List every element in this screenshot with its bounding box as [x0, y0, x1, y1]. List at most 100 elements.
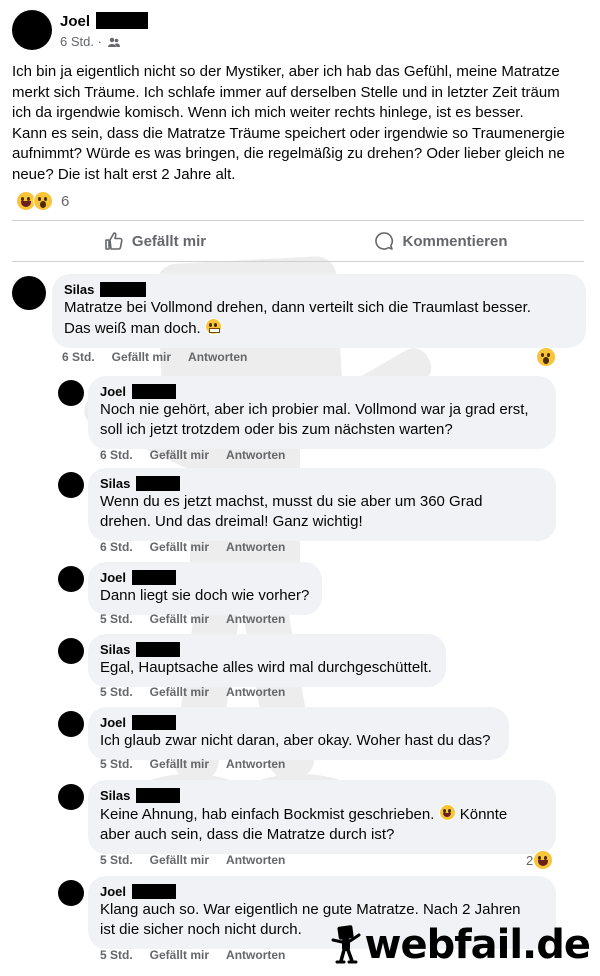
divider [12, 261, 584, 262]
comment-time[interactable]: 6 Std. [62, 350, 95, 364]
reply-text: Egal, Hauptsache alles wird mal durchges… [100, 658, 434, 678]
reply-avatar[interactable] [58, 880, 84, 906]
reply-text-line: Ich glaub zwar nicht daran, aber okay. W… [100, 732, 491, 750]
post-text-line: neue? Die ist halt erst 2 Jahre alt. [12, 165, 236, 183]
reply-time[interactable]: 5 Std. [100, 853, 133, 867]
comment-text: Matratze bei Vollmond drehen, dann verte… [64, 298, 574, 339]
reply-author[interactable]: Joel [100, 384, 544, 400]
comment-text-line: Matratze bei Vollmond drehen, dann verte… [64, 299, 531, 317]
divider [12, 220, 584, 221]
reply-author-name[interactable]: Silas [100, 788, 130, 803]
reply-time[interactable]: 5 Std. [100, 948, 133, 962]
reply-time[interactable]: 6 Std. [100, 448, 133, 462]
reply-author[interactable]: Silas [100, 642, 434, 658]
like-button[interactable]: Gefällt mir [12, 222, 298, 260]
comment-reply-button[interactable]: Antworten [188, 350, 247, 364]
reply-author[interactable]: Joel [100, 884, 544, 900]
reply-author-name[interactable]: Silas [100, 642, 130, 657]
reply-text: Noch nie gehört, aber ich probier mal. V… [100, 400, 544, 440]
comment-reaction[interactable] [536, 347, 556, 367]
reply-text-line: drehen. Und das dreimal! Ganz wichtig! [100, 513, 363, 531]
reply-avatar[interactable] [58, 711, 84, 737]
reply-reply-button[interactable]: Antworten [226, 757, 285, 771]
reply-author[interactable]: Silas [100, 476, 544, 492]
comment-bubble: Silas Matratze bei Vollmond drehen, dann… [52, 274, 586, 349]
post-author-avatar[interactable] [12, 10, 52, 50]
reply-avatar[interactable] [58, 638, 84, 664]
reply-bubble: Joel Dann liegt sie doch wie vorher? [88, 562, 322, 616]
reply-reply-button[interactable]: Antworten [226, 948, 285, 962]
reply-like-button[interactable]: Gefällt mir [150, 685, 209, 699]
reply-author[interactable]: Silas [100, 788, 544, 804]
friends-audience-icon[interactable] [107, 37, 120, 48]
comment-avatar[interactable] [12, 276, 46, 310]
reply-meta: 5 Std. Gefällt mir Antworten [100, 612, 285, 626]
reply-time[interactable]: 5 Std. [100, 685, 133, 699]
redaction-bar [136, 476, 181, 492]
post-time[interactable]: 6 Std. [60, 34, 94, 49]
reply-bubble: Silas Keine Ahnung, hab einfach Bockmist… [88, 780, 556, 855]
reply-reply-button[interactable]: Antworten [226, 853, 285, 867]
reply-meta: 5 Std. Gefällt mir Antworten [100, 685, 285, 699]
like-button-label: Gefällt mir [131, 232, 207, 250]
reply-author-name[interactable]: Joel [100, 715, 126, 730]
reply-like-button[interactable]: Gefällt mir [150, 948, 209, 962]
post-header: Joel 6 Std. · [12, 10, 572, 54]
reply-time[interactable]: 5 Std. [100, 757, 133, 771]
reply-text-line: aber auch sein, dass die Matratze durch … [100, 826, 395, 844]
reply-avatar[interactable] [58, 380, 84, 406]
reply-text-line: Noch nie gehört, aber ich probier mal. V… [100, 401, 529, 419]
reply-like-button[interactable]: Gefällt mir [150, 540, 209, 554]
reply-like-button[interactable]: Gefällt mir [150, 853, 209, 867]
redaction-bar [132, 715, 177, 731]
post-reactions[interactable]: 6 [16, 190, 69, 212]
reply-time[interactable]: 5 Std. [100, 612, 133, 626]
redaction-bar [136, 642, 181, 658]
reply-like-button[interactable]: Gefällt mir [150, 612, 209, 626]
reply-author[interactable]: Joel [100, 570, 310, 586]
post-meta: 6 Std. · [60, 34, 120, 49]
reply-like-button[interactable]: Gefällt mir [150, 757, 209, 771]
post-author[interactable]: Joel [60, 11, 149, 31]
reaction-count: 6 [61, 192, 70, 210]
reply-avatar[interactable] [58, 472, 84, 498]
reply-text: Wenn du es jetzt machst, musst du sie ab… [100, 492, 544, 532]
reply-reply-button[interactable]: Antworten [226, 612, 285, 626]
reply-avatar[interactable] [58, 784, 84, 810]
reply-meta: 5 Std. Gefällt mir Antworten [100, 853, 285, 867]
thumbs-up-icon [105, 232, 123, 250]
reply-reaction[interactable]: 2 [526, 850, 554, 870]
reply-avatar[interactable] [58, 566, 84, 592]
reply-reaction-count: 2 [526, 852, 534, 868]
reply-time[interactable]: 6 Std. [100, 540, 133, 554]
redaction-bar [132, 884, 177, 900]
post-text-line: ich da irgendwie komisch. Wenn ich mich … [12, 104, 524, 121]
meta-separator: · [97, 34, 102, 49]
reply-text-line: Könnte [459, 806, 508, 824]
reply-reply-button[interactable]: Antworten [226, 448, 285, 462]
reply-author-name[interactable]: Silas [100, 476, 130, 491]
reply-reply-button[interactable]: Antworten [226, 685, 285, 699]
post-author-name[interactable]: Joel [60, 13, 90, 30]
wow-emoji-icon [536, 347, 556, 367]
redaction-bar [132, 570, 177, 586]
reply-bubble: Joel Noch nie gehört, aber ich probier m… [88, 376, 556, 450]
comment-meta: 6 Std. Gefällt mir Antworten [62, 350, 247, 364]
post-text-line: Kann es sein, dass die Matratze Träume s… [12, 124, 565, 142]
reply-text-line: Klang auch so. War eigentlich ne gute Ma… [100, 901, 521, 919]
reply-author-name[interactable]: Joel [100, 884, 126, 899]
reply-author-name[interactable]: Joel [100, 570, 126, 585]
reply-like-button[interactable]: Gefällt mir [150, 448, 209, 462]
post-text-line: Ich bin ja eigentlich nicht so der Mysti… [12, 63, 560, 80]
comment-bubble-icon [375, 232, 394, 250]
comment-author-name[interactable]: Silas [64, 282, 94, 297]
reply-author[interactable]: Joel [100, 715, 497, 731]
reply-author-name[interactable]: Joel [100, 384, 126, 399]
comment-like-button[interactable]: Gefällt mir [112, 350, 171, 364]
webfail-mascot-icon [331, 925, 360, 964]
reply-text-line: soll ich jetzt trotzdem oder bis zum näc… [100, 421, 453, 439]
comment-button[interactable]: Kommentieren [298, 222, 584, 260]
reply-text-line: Wenn du es jetzt machst, musst du sie ab… [100, 493, 483, 511]
comment-author[interactable]: Silas [64, 282, 574, 298]
reply-reply-button[interactable]: Antworten [226, 540, 285, 554]
